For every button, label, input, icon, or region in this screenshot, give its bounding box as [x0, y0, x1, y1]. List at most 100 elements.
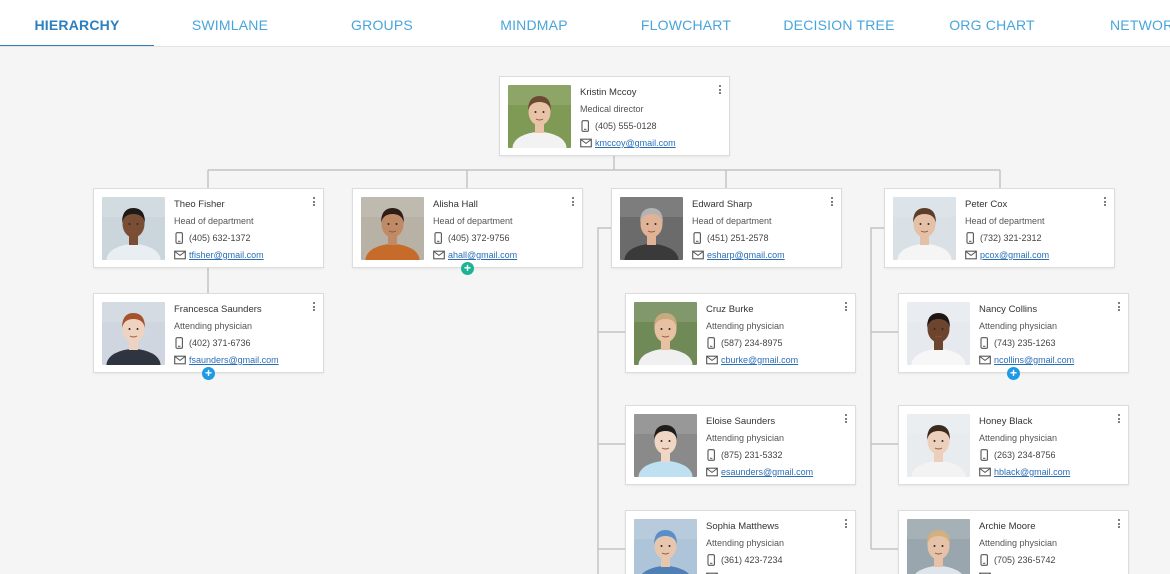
employee-email[interactable]: hblack@gmail.com — [994, 466, 1070, 478]
employee-email[interactable]: kmccoy@gmail.com — [595, 137, 676, 149]
employee-phone: (361) 423-7234 — [721, 555, 783, 565]
plus-circle-icon[interactable]: + — [1007, 367, 1020, 380]
more-vertical-icon[interactable] — [841, 517, 851, 531]
employee-card-alisha[interactable]: Alisha Hall Head of department (405) 372… — [352, 188, 583, 268]
employee-card-honey[interactable]: Honey Black Attending physician (263) 23… — [898, 405, 1129, 485]
more-vertical-icon[interactable] — [309, 195, 319, 209]
phone-icon — [433, 232, 447, 244]
email-icon — [174, 249, 188, 261]
tab-flowchart[interactable]: FLOWCHART — [610, 0, 762, 46]
employee-name: Peter Cox — [965, 199, 1008, 210]
employee-title: Head of department — [433, 216, 513, 226]
employee-phone: (405) 372-9756 — [448, 233, 510, 243]
more-vertical-icon[interactable] — [715, 83, 725, 97]
employee-phone: (705) 236-5742 — [994, 555, 1056, 565]
more-vertical-icon[interactable] — [1114, 412, 1124, 426]
employee-email[interactable]: fsaunders@gmail.com — [189, 354, 279, 366]
phone-icon — [979, 554, 993, 566]
employee-name: Alisha Hall — [433, 199, 478, 210]
employee-email[interactable]: pcox@gmail.com — [980, 249, 1049, 261]
email-icon — [174, 354, 188, 366]
employee-photo — [620, 197, 683, 260]
employee-title: Head of department — [174, 216, 254, 226]
email-icon — [965, 249, 979, 261]
employee-title: Attending physician — [979, 321, 1058, 331]
employee-email[interactable]: esaunders@gmail.com — [721, 466, 813, 478]
employee-photo — [634, 302, 697, 365]
employee-name: Nancy Collins — [979, 304, 1038, 315]
more-vertical-icon[interactable] — [309, 300, 319, 314]
email-icon — [433, 249, 447, 261]
employee-email[interactable]: ncollins@gmail.com — [994, 354, 1074, 366]
more-vertical-icon[interactable] — [1114, 517, 1124, 531]
phone-icon — [706, 449, 720, 461]
employee-email[interactable]: tfisher@gmail.com — [189, 249, 264, 261]
employee-title: Attending physician — [706, 433, 785, 443]
employee-photo — [102, 197, 165, 260]
plus-circle-icon[interactable]: + — [202, 367, 215, 380]
phone-icon — [692, 232, 706, 244]
employee-name: Cruz Burke — [706, 304, 754, 315]
tab-mindmap[interactable]: MINDMAP — [458, 0, 610, 46]
employee-name: Francesca Saunders — [174, 304, 262, 315]
tab-groups[interactable]: GROUPS — [306, 0, 458, 46]
employee-title: Attending physician — [706, 538, 785, 548]
phone-icon — [706, 554, 720, 566]
employee-phone: (451) 251-2578 — [707, 233, 769, 243]
employee-name: Edward Sharp — [692, 199, 753, 210]
more-vertical-icon[interactable] — [841, 412, 851, 426]
employee-email[interactable]: ahall@gmail.com — [448, 249, 517, 261]
phone-icon — [174, 232, 188, 244]
tab-org-chart[interactable]: ORG CHART — [916, 0, 1068, 46]
employee-title: Head of department — [965, 216, 1045, 226]
diagram-type-tabs: HIERARCHY SWIMLANE GROUPS MINDMAP FLOWCH… — [0, 0, 1170, 47]
employee-phone: (743) 235-1263 — [994, 338, 1056, 348]
employee-phone: (405) 555-0128 — [595, 121, 657, 131]
employee-card-kristin[interactable]: Kristin Mccoy Medical director (405) 555… — [499, 76, 730, 156]
employee-photo — [907, 414, 970, 477]
phone-icon — [174, 337, 188, 349]
employee-name: Theo Fisher — [174, 199, 225, 210]
employee-photo — [634, 519, 697, 574]
email-icon — [706, 466, 720, 478]
employee-name: Sophia Matthews — [706, 521, 779, 532]
more-vertical-icon[interactable] — [568, 195, 578, 209]
employee-card-nancy[interactable]: Nancy Collins Attending physician (743) … — [898, 293, 1129, 373]
phone-icon — [965, 232, 979, 244]
employee-card-peter[interactable]: Peter Cox Head of department (732) 321-2… — [884, 188, 1115, 268]
employee-card-archie[interactable]: Archie Moore Attending physician (705) 2… — [898, 510, 1129, 574]
employee-card-francesca[interactable]: Francesca Saunders Attending physician (… — [93, 293, 324, 373]
more-vertical-icon[interactable] — [841, 300, 851, 314]
employee-card-cruz[interactable]: Cruz Burke Attending physician (587) 234… — [625, 293, 856, 373]
employee-name: Kristin Mccoy — [580, 87, 637, 98]
more-vertical-icon[interactable] — [827, 195, 837, 209]
employee-phone: (402) 371-6736 — [189, 338, 251, 348]
employee-title: Attending physician — [979, 433, 1058, 443]
plus-circle-icon[interactable]: + — [461, 262, 474, 275]
more-vertical-icon[interactable] — [1100, 195, 1110, 209]
more-vertical-icon[interactable] — [1114, 300, 1124, 314]
employee-title: Medical director — [580, 104, 644, 114]
employee-card-sophia[interactable]: Sophia Matthews Attending physician (361… — [625, 510, 856, 574]
employee-card-theo[interactable]: Theo Fisher Head of department (405) 632… — [93, 188, 324, 268]
employee-photo — [907, 302, 970, 365]
tab-decision-tree[interactable]: DECISION TREE — [762, 0, 916, 46]
phone-icon — [580, 120, 594, 132]
employee-photo — [102, 302, 165, 365]
tab-hierarchy[interactable]: HIERARCHY — [0, 0, 154, 46]
employee-name: Archie Moore — [979, 521, 1036, 532]
employee-card-eloise[interactable]: Eloise Saunders Attending physician (875… — [625, 405, 856, 485]
employee-name: Honey Black — [979, 416, 1033, 427]
phone-icon — [979, 449, 993, 461]
employee-phone: (732) 321-2312 — [980, 233, 1042, 243]
email-icon — [706, 354, 720, 366]
tab-swimlane[interactable]: SWIMLANE — [154, 0, 306, 46]
employee-email[interactable]: esharp@gmail.com — [707, 249, 785, 261]
employee-photo — [893, 197, 956, 260]
employee-phone: (587) 234-8975 — [721, 338, 783, 348]
employee-email[interactable]: cburke@gmail.com — [721, 354, 798, 366]
tab-network[interactable]: NETWORK — [1110, 0, 1170, 46]
employee-photo — [508, 85, 571, 148]
employee-card-edward[interactable]: Edward Sharp Head of department (451) 25… — [611, 188, 842, 268]
employee-phone: (263) 234-8756 — [994, 450, 1056, 460]
